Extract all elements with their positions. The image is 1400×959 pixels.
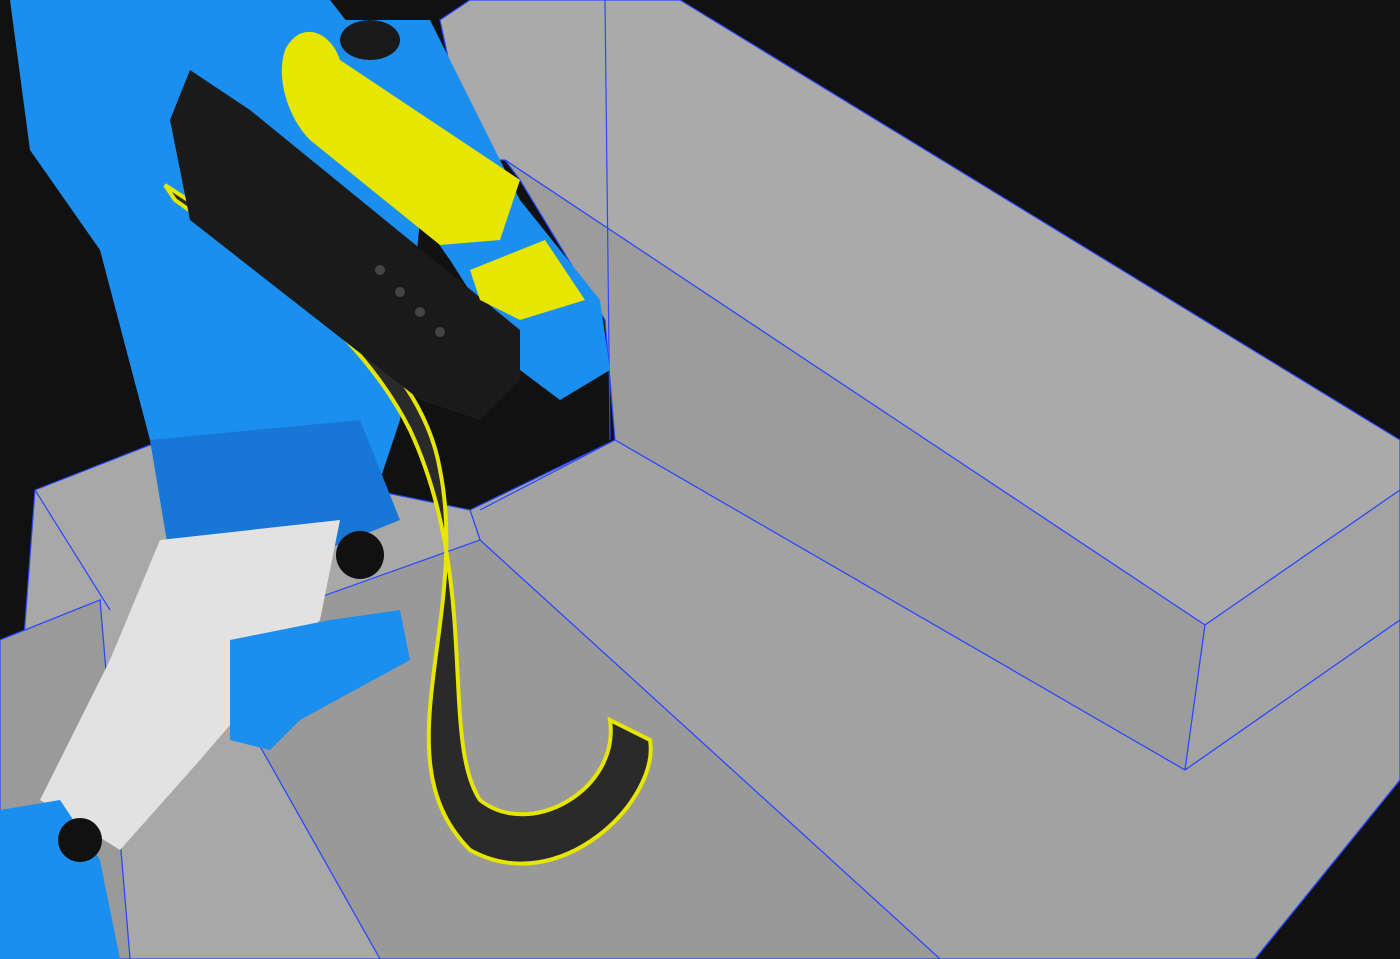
ankle-joint [58,818,102,862]
shoulder-joint [340,20,400,60]
3d-render [0,0,1400,959]
render-viewport [0,0,1400,959]
knee-joint [336,531,384,579]
